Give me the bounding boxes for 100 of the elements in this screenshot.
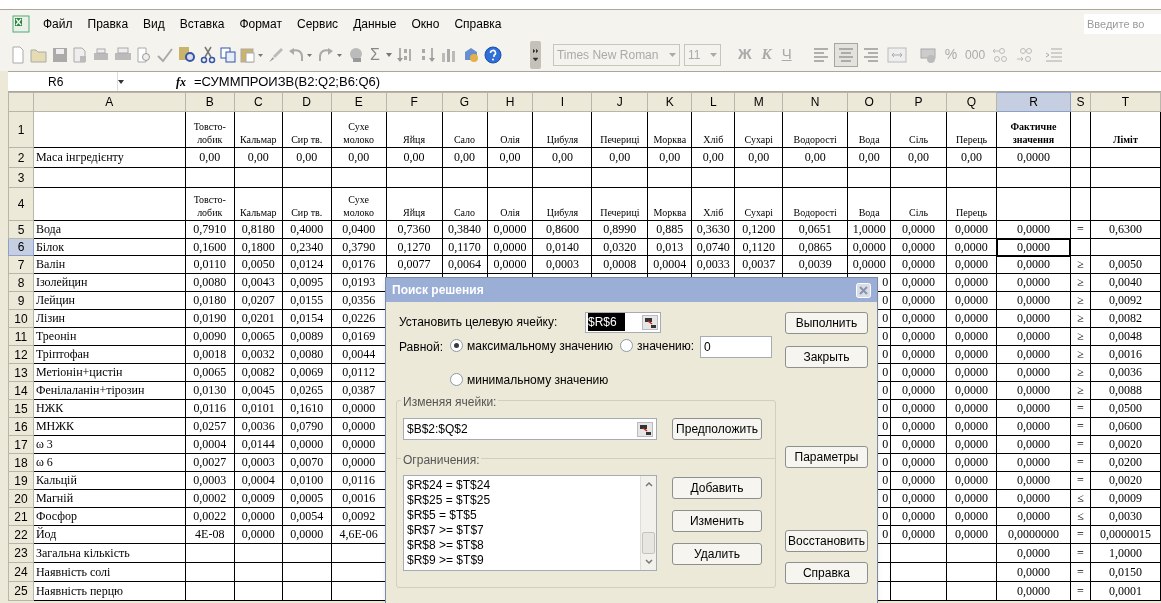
column-header[interactable]: R (996, 92, 1071, 112)
undo-icon[interactable] (288, 46, 314, 63)
bar-chart-icon[interactable] (439, 46, 458, 63)
caret-icon[interactable] (118, 79, 124, 84)
open-folder-icon[interactable] (30, 46, 48, 63)
list-item[interactable]: $R$24 = $T$24 (407, 478, 640, 493)
column-header[interactable]: O (847, 92, 891, 112)
print-icon[interactable] (114, 46, 132, 63)
column-header[interactable]: M (734, 92, 783, 112)
column-header[interactable]: H (487, 92, 533, 112)
dialog-button[interactable]: Изменить (672, 510, 762, 532)
column-header[interactable]: K (647, 92, 692, 112)
save-icon[interactable] (52, 46, 68, 63)
decrease-indent-icon[interactable] (1045, 46, 1064, 63)
column-header[interactable]: L (691, 92, 735, 112)
column-header[interactable]: G (442, 92, 487, 112)
print-preview-icon[interactable] (136, 46, 152, 63)
paste-icon[interactable] (240, 46, 264, 63)
radio-button[interactable] (450, 339, 463, 353)
table-cell: Сухарі (734, 111, 783, 148)
table-cell: Хліб (691, 111, 735, 148)
column-header[interactable]: I (532, 92, 592, 112)
column-header[interactable]: E (331, 92, 387, 112)
formula-field[interactable]: =СУММПРОИЗВ(B2:Q2;B6:Q6) (194, 71, 381, 92)
row-header[interactable]: 3 (8, 167, 34, 188)
dialog-button[interactable]: Закрыть (785, 346, 868, 368)
scissors-icon[interactable] (200, 45, 216, 64)
table-cell: Ліміт (1090, 111, 1161, 148)
table-cell: Яйця (386, 187, 443, 221)
dialog-button[interactable]: Удалить (672, 543, 762, 565)
menu-item[interactable]: Формат (232, 13, 290, 35)
dialog-button[interactable]: Справка (785, 562, 868, 584)
help-icon[interactable] (483, 45, 502, 64)
changing-cells-field[interactable]: $B$2:$Q$2 (403, 418, 657, 440)
close-icon[interactable] (856, 282, 871, 298)
collapse-dialog-icon[interactable] (642, 314, 658, 330)
scroll-thumb[interactable] (642, 532, 655, 554)
radio-option[interactable]: минимальному значению (450, 370, 609, 389)
table-cell: 0,0000 (996, 238, 1071, 256)
guess-button[interactable]: Предположить (672, 418, 762, 440)
table-cell: Яйця (386, 111, 443, 148)
new-document-icon[interactable] (10, 45, 26, 64)
align-center-button[interactable] (833, 42, 858, 67)
menu-item[interactable]: Справка (447, 13, 509, 35)
menu-item[interactable]: Окно (404, 13, 447, 35)
column-header[interactable]: N (782, 92, 848, 112)
scrollbar[interactable] (640, 476, 656, 570)
table-cell: Кальмар (234, 187, 283, 221)
column-header[interactable]: P (890, 92, 947, 112)
row-header[interactable]: 4 (8, 187, 34, 221)
dialog-button[interactable]: Выполнить (785, 312, 868, 334)
dialog-button[interactable]: Параметры (785, 446, 868, 468)
list-item[interactable]: $R$8 >= $T$8 (407, 538, 640, 553)
document-lock-icon[interactable] (72, 46, 88, 63)
row-header[interactable]: 2 (8, 147, 34, 168)
column-header[interactable]: D (282, 92, 332, 112)
column-header[interactable]: C (234, 92, 283, 112)
table-cell: Сіль (890, 111, 947, 148)
name-box[interactable]: R6 (8, 72, 118, 91)
radio-option[interactable]: максимальному значению (450, 336, 613, 355)
table-cell: Сало (442, 111, 487, 148)
column-header[interactable]: B (185, 92, 235, 112)
merge-center-icon[interactable] (886, 46, 907, 63)
menu-item[interactable]: Сервис (290, 13, 346, 35)
table-cell: Морква (647, 111, 692, 148)
column-header[interactable]: T (1090, 92, 1161, 112)
target-cell-field[interactable]: $R$6 (585, 311, 661, 333)
menu-item[interactable]: Вид (136, 13, 172, 35)
menu-item[interactable]: Вставка (172, 13, 232, 35)
column-header[interactable]: F (386, 92, 443, 112)
toolbar-options-icon[interactable] (529, 40, 541, 69)
row-header[interactable]: 1 (8, 111, 34, 148)
menu-item[interactable]: Правка (80, 13, 136, 35)
value-field[interactable]: 0 (700, 336, 772, 358)
list-item[interactable]: $R$5 = $T$5 (407, 508, 640, 523)
dialog-button[interactable]: Добавить (672, 477, 762, 499)
excel-logo-icon[interactable] (12, 15, 30, 33)
list-item[interactable]: $R$25 = $T$25 (407, 493, 640, 508)
list-item[interactable]: $R$7 >= $T$7 (407, 523, 640, 538)
copy-icon[interactable] (220, 46, 236, 63)
constraints-list[interactable]: $R$24 = $T$24 $R$25 = $T$25 $R$5 = $T$5 $R$7 >= $T$7 $R$8 >= $T$8 $R$9 >= $T$9 (403, 475, 657, 571)
menu-item[interactable]: Данные (346, 13, 404, 35)
function-button[interactable]: fx (176, 72, 186, 91)
radio-button[interactable] (450, 373, 463, 387)
printer-stack-icon[interactable] (92, 46, 110, 63)
menu-item[interactable]: Файл (36, 13, 80, 35)
table-cell: Сир тв. (282, 111, 332, 148)
align-center-icon (836, 45, 855, 64)
redo-icon[interactable] (318, 46, 344, 63)
table-cell: Олія (487, 111, 533, 148)
radio-button[interactable] (620, 339, 633, 353)
dialog-button[interactable]: Восстановить (785, 530, 868, 552)
collapse-dialog-icon[interactable] (637, 421, 653, 437)
sort-ascending-icon[interactable] (395, 45, 414, 64)
column-header[interactable]: A (33, 92, 186, 112)
column-header[interactable]: Q (946, 92, 997, 112)
radio-option[interactable]: значению: (620, 336, 695, 355)
column-header[interactable]: J (591, 92, 648, 112)
list-item[interactable]: $R$9 >= $T$9 (407, 553, 640, 568)
help-search-field[interactable]: Введите во (1084, 14, 1161, 34)
